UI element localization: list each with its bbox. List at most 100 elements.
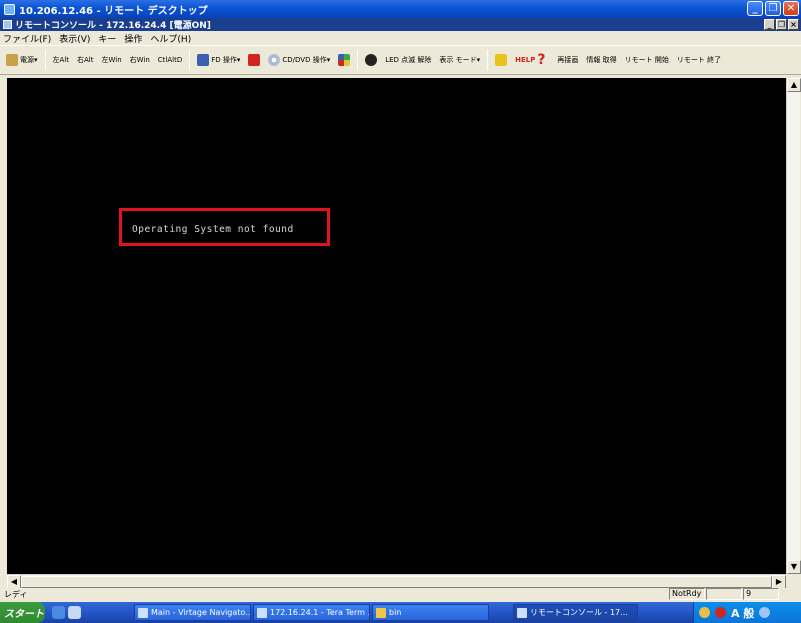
cd-dvd-operation-button[interactable]: CD/DVD 操作▾ bbox=[265, 49, 333, 71]
console-maximize-button[interactable]: ❐ bbox=[776, 19, 787, 30]
ctrl-alt-del-label: CtlAltD bbox=[157, 56, 183, 64]
toolbar: 電源▾ 左Alt 右Alt 左Win 右Win CtlAltD FD 操作▾ C… bbox=[0, 45, 801, 75]
console-close-button[interactable]: × bbox=[788, 19, 799, 30]
help-button[interactable]: HELP ? bbox=[512, 49, 552, 71]
cd-dvd-label: CD/DVD 操作▾ bbox=[282, 56, 331, 64]
left-win-label: 左Win bbox=[101, 56, 122, 64]
status-panel-ready: NotRdy bbox=[669, 588, 705, 600]
grid-icon bbox=[338, 54, 351, 66]
toolbar-separator bbox=[487, 50, 489, 70]
highlight-annotation-box bbox=[119, 208, 330, 246]
left-win-button[interactable]: 左Win bbox=[98, 49, 124, 71]
console-title-bar[interactable]: リモートコンソール - 172.16.24.4 [電源ON] _ ❐ × bbox=[0, 18, 801, 31]
toolbar-separator bbox=[357, 50, 359, 70]
rdp-window-title: 10.206.12.46 - リモート デスクトップ bbox=[19, 5, 208, 17]
console-app-icon bbox=[3, 20, 12, 29]
power-label: 電源▾ bbox=[20, 56, 38, 64]
status-text: レディ bbox=[4, 590, 28, 599]
right-alt-button[interactable]: 右Alt bbox=[74, 49, 96, 71]
power-icon bbox=[6, 54, 18, 66]
grid-button[interactable] bbox=[335, 49, 353, 71]
menu-bar: ファイル(F) 表示(V) キー 操作 ヘルプ(H) bbox=[0, 31, 801, 45]
remote-end-button[interactable]: リモート 終了 bbox=[674, 49, 724, 71]
status-panel-number: 9 bbox=[743, 588, 779, 600]
screen: 10.206.12.46 - リモート デスクトップ _ ❐ ✕ リモートコンソ… bbox=[0, 0, 801, 623]
power-button[interactable]: 電源▾ bbox=[3, 49, 41, 71]
fd-operation-label: FD 操作▾ bbox=[211, 56, 241, 64]
redraw-label: 再接画 bbox=[557, 56, 579, 64]
right-win-button[interactable]: 右Win bbox=[127, 49, 153, 71]
task-virtage-navigator[interactable]: Main - Virtage Navigato... bbox=[134, 604, 251, 621]
info-button[interactable] bbox=[492, 49, 510, 71]
console-window-title: リモートコンソール - 172.16.24.4 [電源ON] bbox=[15, 21, 211, 31]
scroll-down-button[interactable]: ▼ bbox=[787, 560, 801, 574]
task-bin-folder[interactable]: bin bbox=[372, 604, 489, 621]
console-window-controls: _ ❐ × bbox=[764, 18, 799, 30]
task-label: 172.16.24.1 - Tera Term ... bbox=[270, 608, 370, 617]
console-minimize-button[interactable]: _ bbox=[764, 19, 775, 30]
fd-operation-button[interactable]: FD 操作▾ bbox=[194, 49, 243, 71]
show-desktop-icon[interactable] bbox=[68, 606, 81, 619]
rdp-window-controls: _ ❐ ✕ bbox=[747, 1, 799, 16]
scroll-right-button[interactable]: ▶ bbox=[772, 575, 786, 589]
horizontal-scroll-thumb[interactable] bbox=[21, 576, 772, 588]
red-square-button[interactable] bbox=[245, 49, 263, 71]
ie-icon[interactable] bbox=[52, 606, 65, 619]
toolbar-separator bbox=[189, 50, 191, 70]
display-mode-button[interactable]: 表示 モード▾ bbox=[436, 49, 483, 71]
floppy-icon bbox=[197, 54, 210, 66]
tera-term-icon bbox=[257, 607, 267, 618]
remote-start-button[interactable]: リモート 開始 bbox=[622, 49, 672, 71]
vertical-scrollbar[interactable]: ▲ ▼ bbox=[786, 78, 801, 574]
info-get-label: 情報 取得 bbox=[586, 56, 617, 64]
sun-icon bbox=[365, 54, 378, 66]
info-get-button[interactable]: 情報 取得 bbox=[583, 49, 619, 71]
remote-console-screen[interactable]: Operating System not found bbox=[7, 78, 786, 574]
tray-ime-icon[interactable] bbox=[759, 607, 771, 618]
right-alt-label: 右Alt bbox=[77, 56, 94, 64]
left-alt-label: 左Alt bbox=[52, 56, 69, 64]
start-label: スタート bbox=[4, 609, 44, 620]
tray-security-icon[interactable] bbox=[715, 607, 726, 618]
ime-indicator[interactable]: A 般 bbox=[731, 605, 754, 621]
menu-help[interactable]: ヘルプ(H) bbox=[150, 32, 191, 45]
redraw-button[interactable]: 再接画 bbox=[554, 49, 581, 71]
close-button[interactable]: ✕ bbox=[783, 1, 799, 16]
remote-desktop-icon bbox=[4, 3, 15, 15]
led-blink-button[interactable]: LED 点滅 解除 bbox=[382, 49, 434, 71]
status-bar: レディ NotRdy 9 bbox=[0, 588, 801, 601]
tray-app-icon[interactable] bbox=[699, 607, 710, 618]
task-label: Main - Virtage Navigato... bbox=[151, 608, 251, 617]
sun-button[interactable] bbox=[362, 49, 380, 71]
rdp-title-bar[interactable]: 10.206.12.46 - リモート デスクトップ _ ❐ ✕ bbox=[0, 0, 801, 18]
right-win-label: 右Win bbox=[129, 56, 150, 64]
left-alt-button[interactable]: 左Alt bbox=[50, 49, 72, 71]
task-label: bin bbox=[389, 608, 402, 617]
toolbar-separator bbox=[44, 50, 46, 70]
menu-operation[interactable]: 操作 bbox=[124, 32, 142, 45]
console-app-icon bbox=[517, 607, 527, 618]
help-label: HELP bbox=[515, 56, 536, 64]
ctrl-alt-del-button[interactable]: CtlAltD bbox=[155, 49, 185, 71]
taskbar: スタート Main - Virtage Navigato... 172.16.2… bbox=[0, 602, 801, 623]
menu-view[interactable]: 表示(V) bbox=[59, 32, 90, 45]
remote-end-label: リモート 終了 bbox=[676, 56, 722, 64]
task-label: リモートコンソール - 17... bbox=[530, 608, 628, 617]
folder-icon bbox=[376, 607, 386, 618]
display-mode-label: 表示 モード▾ bbox=[439, 56, 481, 64]
minimize-button[interactable]: _ bbox=[747, 1, 763, 16]
info-icon bbox=[495, 54, 508, 66]
scroll-left-button[interactable]: ◀ bbox=[7, 575, 21, 589]
scroll-up-button[interactable]: ▲ bbox=[787, 78, 801, 92]
help-icon: ? bbox=[537, 52, 546, 68]
menu-key[interactable]: キー bbox=[98, 32, 116, 45]
horizontal-scrollbar[interactable]: ◀ ▶ bbox=[7, 574, 786, 589]
restore-button[interactable]: ❐ bbox=[765, 1, 781, 16]
task-remote-console[interactable]: リモートコンソール - 17... bbox=[513, 604, 638, 621]
menu-file[interactable]: ファイル(F) bbox=[3, 32, 51, 45]
cd-icon bbox=[268, 54, 281, 66]
virtage-app-icon bbox=[138, 607, 148, 618]
start-button[interactable]: スタート bbox=[0, 602, 45, 623]
task-tera-term[interactable]: 172.16.24.1 - Tera Term ... bbox=[253, 604, 370, 621]
system-tray: A 般 bbox=[693, 602, 801, 623]
